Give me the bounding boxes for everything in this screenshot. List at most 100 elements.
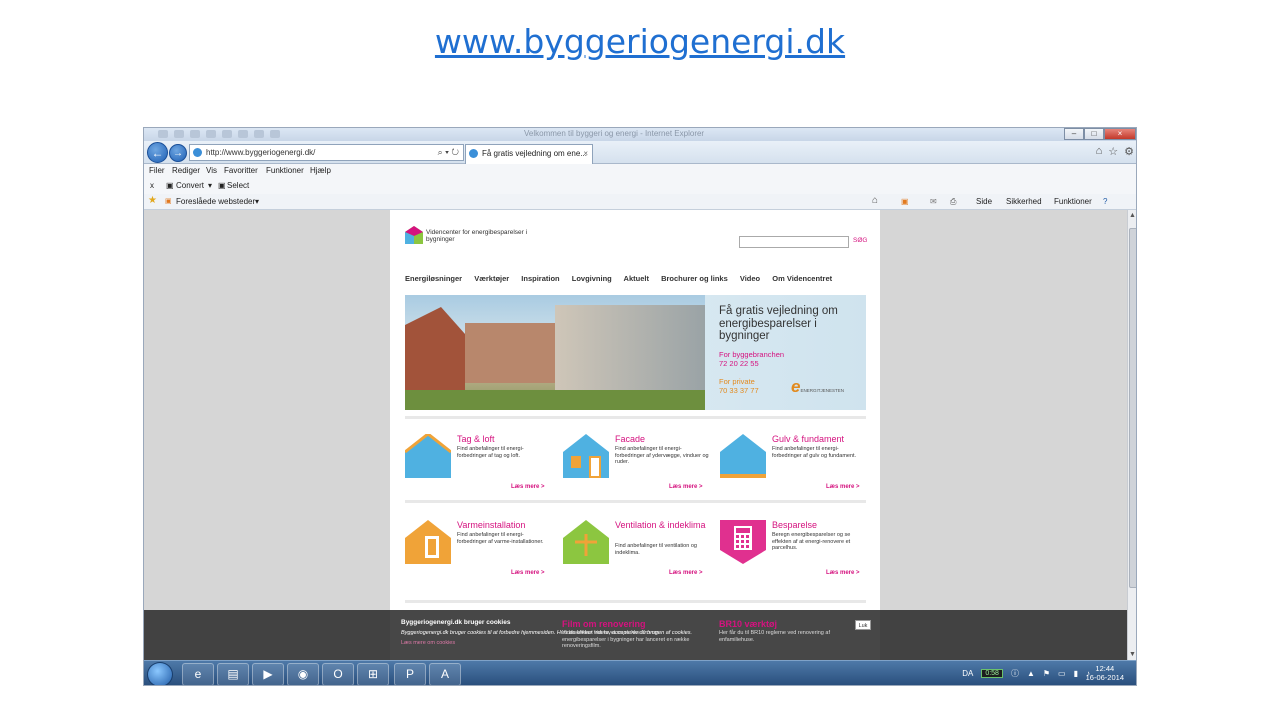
toolbar-side[interactable]: Side — [976, 197, 992, 206]
tile-title: Varmeinstallation — [457, 520, 526, 530]
nav-video[interactable]: Video — [740, 274, 760, 283]
nav-vaerktoejer[interactable]: Værktøjer — [474, 274, 509, 283]
minimize-button[interactable]: – — [1064, 128, 1084, 140]
br10-title[interactable]: BR10 værktøj — [719, 619, 777, 629]
scroll-up-icon[interactable]: ▲ — [1129, 212, 1136, 219]
suggested-sites-link[interactable]: Foreslåede websteder — [176, 197, 255, 206]
maximize-button[interactable]: □ — [1084, 128, 1104, 140]
convert-button[interactable]: Convert — [176, 181, 204, 190]
chevron-down-icon[interactable]: ▾ — [255, 197, 259, 206]
hero-photo — [405, 295, 705, 410]
search-button[interactable]: SØG — [853, 237, 867, 244]
favorites-star-icon[interactable]: ★ — [148, 195, 157, 206]
rss-icon[interactable]: ▣ — [901, 197, 909, 206]
heating-house-icon — [405, 520, 451, 564]
scroll-down-icon[interactable]: ▼ — [1129, 651, 1136, 658]
internet-explorer-icon[interactable]: e — [182, 663, 214, 685]
vertical-scrollbar[interactable]: ▲ ▼ — [1127, 210, 1136, 660]
start-button[interactable] — [147, 662, 173, 685]
toolbar-sikkerhed[interactable]: Sikkerhed — [1006, 197, 1042, 206]
tile-gulv-fundament[interactable]: Gulv & fundament Find anbefalinger til e… — [720, 434, 870, 509]
read-more-link[interactable]: Læs mere > — [826, 484, 860, 490]
select-button[interactable]: Select — [227, 181, 249, 190]
read-more-link[interactable]: Læs mere > — [669, 570, 703, 576]
search-refresh-icons[interactable]: ⌕ ▾ ↻ — [438, 145, 459, 160]
chrome-icon[interactable]: ◉ — [287, 663, 319, 685]
print-icon[interactable]: ⎙ — [950, 197, 956, 207]
navigation-bar: ← → http://www.byggeriogenergi.dk/ ⌕ ▾ ↻… — [144, 141, 1136, 164]
help-icon[interactable]: ? — [1103, 197, 1107, 206]
read-more-link[interactable]: Læs mere > — [511, 484, 545, 490]
nav-lovgivning[interactable]: Lovgivning — [572, 274, 612, 283]
outlook-icon[interactable]: O — [322, 663, 354, 685]
nav-energiloesninger[interactable]: Energiløsninger — [405, 274, 462, 283]
home-icon[interactable]: ⌂ — [872, 195, 878, 206]
tile-title: Besparelse — [772, 520, 818, 530]
signal-icon[interactable]: ▮ — [1074, 669, 1078, 678]
hero-banner[interactable]: Få gratis vejledning om energibesparelse… — [405, 295, 866, 410]
network-app-icon[interactable]: ⊞ — [357, 663, 389, 685]
cookie-close-button[interactable]: Luk — [855, 620, 871, 630]
film-title[interactable]: Film om renovering — [562, 619, 646, 629]
menu-favoritter[interactable]: Favoritter — [224, 166, 258, 175]
forward-button[interactable]: → — [169, 144, 187, 162]
tile-desc: Find anbefalinger til ventilation og ind… — [615, 543, 697, 556]
explorer-folder-icon[interactable]: ▤ — [217, 663, 249, 685]
mail-icon[interactable]: ✉ — [930, 197, 937, 206]
nav-om-videncentret[interactable]: Om Videncentret — [772, 274, 832, 283]
close-window-button[interactable]: × — [1104, 128, 1136, 140]
menu-hjaelp[interactable]: Hjælp — [310, 166, 331, 175]
home-icon[interactable]: ⌂ — [1096, 145, 1103, 158]
nav-inspiration[interactable]: Inspiration — [521, 274, 559, 283]
tile-varmeinstallation[interactable]: Varmeinstallation Find anbefalinger til … — [405, 520, 555, 595]
read-more-link[interactable]: Læs mere > — [511, 570, 545, 576]
taskbar-clock[interactable]: 12:44 16-06-2014 — [1086, 664, 1124, 682]
tile-facade[interactable]: Facade Find anbefalinger til energi-forb… — [563, 434, 713, 509]
floor-house-icon — [720, 434, 766, 478]
info-icon[interactable]: ⓘ — [1011, 668, 1019, 679]
hero-branch-label: For byggebranchen — [719, 350, 785, 359]
tile-desc: Find anbefalinger til energi-forbedringe… — [457, 446, 524, 459]
tab-close-icon[interactable]: × — [583, 145, 588, 163]
back-button[interactable]: ← — [147, 142, 168, 163]
slide-title-link[interactable]: www.byggeriogenergi.dk — [0, 22, 1280, 61]
scroll-thumb[interactable] — [1129, 228, 1136, 588]
cookie-link[interactable]: Læs mere om cookies — [401, 640, 455, 646]
nav-aktuelt[interactable]: Aktuelt — [624, 274, 649, 283]
language-indicator[interactable]: DA — [962, 669, 973, 678]
chevron-down-icon[interactable]: ▾ — [208, 181, 212, 190]
tile-title: Gulv & fundament — [772, 434, 845, 444]
browser-tab[interactable]: Få gratis vejledning om ene... × — [465, 144, 593, 164]
address-bar[interactable]: http://www.byggeriogenergi.dk/ ⌕ ▾ ↻ — [189, 144, 464, 161]
facade-house-icon — [563, 434, 609, 478]
powerpoint-icon[interactable]: P — [394, 663, 426, 685]
tile-tag-loft[interactable]: Tag & loft Find anbefalinger til energi-… — [405, 434, 555, 509]
battery-indicator[interactable]: 0:58 — [981, 669, 1003, 678]
menu-rediger[interactable]: Rediger — [172, 166, 200, 175]
search-input[interactable] — [739, 236, 849, 248]
menu-vis[interactable]: Vis — [206, 166, 217, 175]
tile-ventilation[interactable]: Ventilation & indeklima Find anbefalinge… — [563, 520, 713, 595]
media-player-icon[interactable]: ▶ — [252, 663, 284, 685]
tile-besparelse[interactable]: Besparelse Beregn energibesparelser og s… — [720, 520, 870, 595]
acrobat-icon[interactable]: A — [429, 663, 461, 685]
favorites-star-icon[interactable]: ☆ — [1108, 145, 1118, 158]
close-toolbar-x[interactable]: x — [150, 181, 154, 190]
monitor-icon[interactable]: ▭ — [1058, 669, 1066, 678]
toolbar-funktioner[interactable]: Funktioner — [1054, 197, 1092, 206]
site-navigation: Energiløsninger Værktøjer Inspiration Lo… — [405, 274, 842, 283]
website-page: Videncenter for energibesparelser i bygn… — [390, 210, 880, 660]
favorites-bar: ★ ▣ Foreslåede websteder ▾ ⌂ ▣ ✉ ⎙ Side … — [144, 194, 1136, 210]
read-more-link[interactable]: Læs mere > — [826, 570, 860, 576]
browser-right-icons: ⌂ ☆ ⚙ — [1096, 145, 1134, 158]
tile-desc: Find anbefalinger til energi-forbedringe… — [772, 446, 857, 459]
read-more-link[interactable]: Læs mere > — [669, 484, 703, 490]
gear-icon[interactable]: ⚙ — [1124, 145, 1134, 158]
menu-funktioner[interactable]: Funktioner — [266, 166, 304, 175]
clock-time: 12:44 — [1095, 664, 1115, 673]
tray-arrow-icon[interactable]: ▲ — [1027, 669, 1035, 678]
flag-icon[interactable]: ⚑ — [1043, 669, 1050, 678]
menu-filer[interactable]: Filer — [149, 166, 165, 175]
calculator-icon — [720, 520, 766, 564]
nav-brochurer[interactable]: Brochurer og links — [661, 274, 728, 283]
